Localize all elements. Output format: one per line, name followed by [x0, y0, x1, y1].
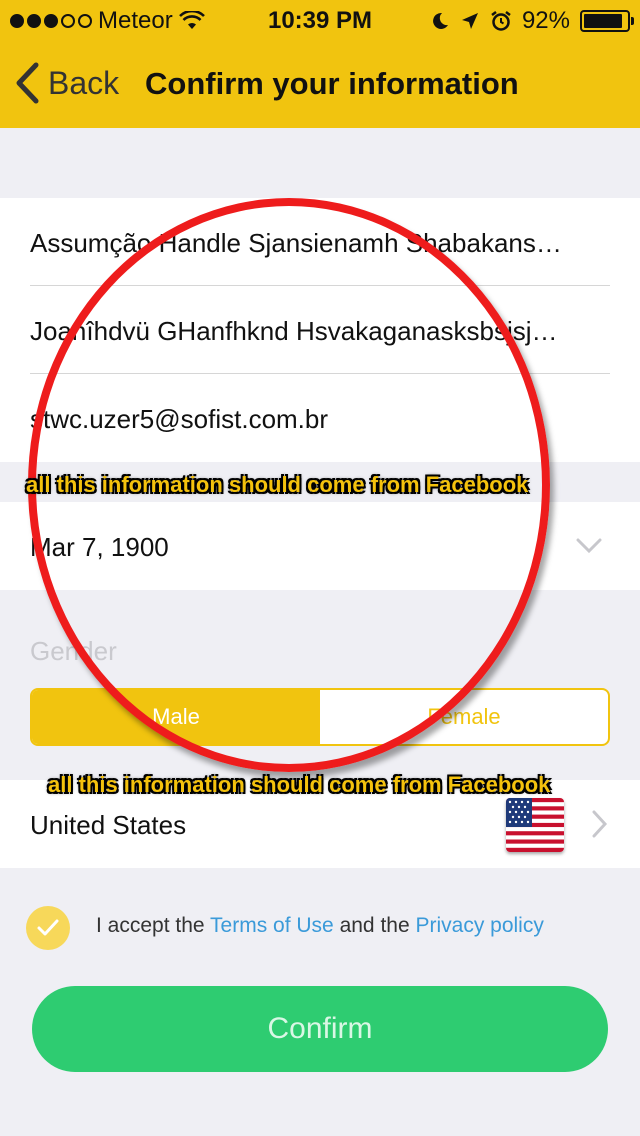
- divider: [30, 285, 610, 286]
- gender-female-option[interactable]: Female: [320, 690, 608, 744]
- moon-icon: [433, 12, 448, 29]
- terms-row: I accept the Terms of Use and the Privac…: [26, 904, 626, 952]
- annotation-text-bottom: all this information should come from Fa…: [48, 772, 551, 797]
- divider: [30, 373, 610, 374]
- gender-label: Gender: [30, 636, 117, 666]
- battery-percent: 92%: [521, 7, 570, 34]
- header: Meteor 10:39 PM 92% Back Confirm your in…: [0, 0, 640, 128]
- confirm-button[interactable]: Confirm: [32, 986, 608, 1072]
- accept-terms-checkbox[interactable]: [26, 906, 70, 950]
- back-label: Back: [48, 64, 120, 101]
- annotation-text-top: all this information should come from Fa…: [26, 472, 529, 497]
- gender-segmented-control: Male Female: [30, 688, 610, 746]
- surname-field[interactable]: Joanîhdvü GHanfhknd Hsvakaganasksbsjsj…: [30, 316, 616, 347]
- birthdate-field[interactable]: Mar 7, 1900: [30, 532, 169, 563]
- country-field[interactable]: United States: [30, 810, 186, 841]
- chevron-down-icon[interactable]: [576, 538, 602, 554]
- identity-card: Assumção Handle Sjansienamh Shabakans… J…: [0, 198, 640, 462]
- terms-of-use-link[interactable]: Terms of Use: [210, 914, 334, 937]
- status-right: 92%: [430, 7, 634, 35]
- back-button[interactable]: Back: [14, 62, 119, 104]
- chevron-left-icon: [16, 62, 39, 104]
- terms-middle: and the: [333, 914, 416, 937]
- privacy-policy-link[interactable]: Privacy policy: [415, 914, 543, 937]
- birthdate-card[interactable]: Mar 7, 1900: [0, 502, 640, 590]
- name-field[interactable]: Assumção Handle Sjansienamh Shabakans…: [30, 228, 616, 259]
- gender-male-option[interactable]: Male: [32, 690, 320, 744]
- location-arrow-icon: [461, 13, 478, 29]
- terms-text: I accept the Terms of Use and the Privac…: [96, 914, 544, 938]
- chevron-right-icon[interactable]: [592, 810, 608, 838]
- status-bar: Meteor 10:39 PM 92%: [0, 0, 640, 40]
- email-field[interactable]: stwc.uzer5@sofist.com.br: [30, 404, 616, 435]
- nav-bar: Back Confirm your information: [0, 40, 640, 128]
- terms-prefix: I accept the: [96, 914, 211, 937]
- battery-icon: [580, 10, 634, 32]
- page-title: Confirm your information: [145, 66, 519, 101]
- alarm-clock-icon: [491, 11, 511, 31]
- checkmark-icon: [37, 919, 59, 936]
- us-flag-icon: [506, 798, 564, 852]
